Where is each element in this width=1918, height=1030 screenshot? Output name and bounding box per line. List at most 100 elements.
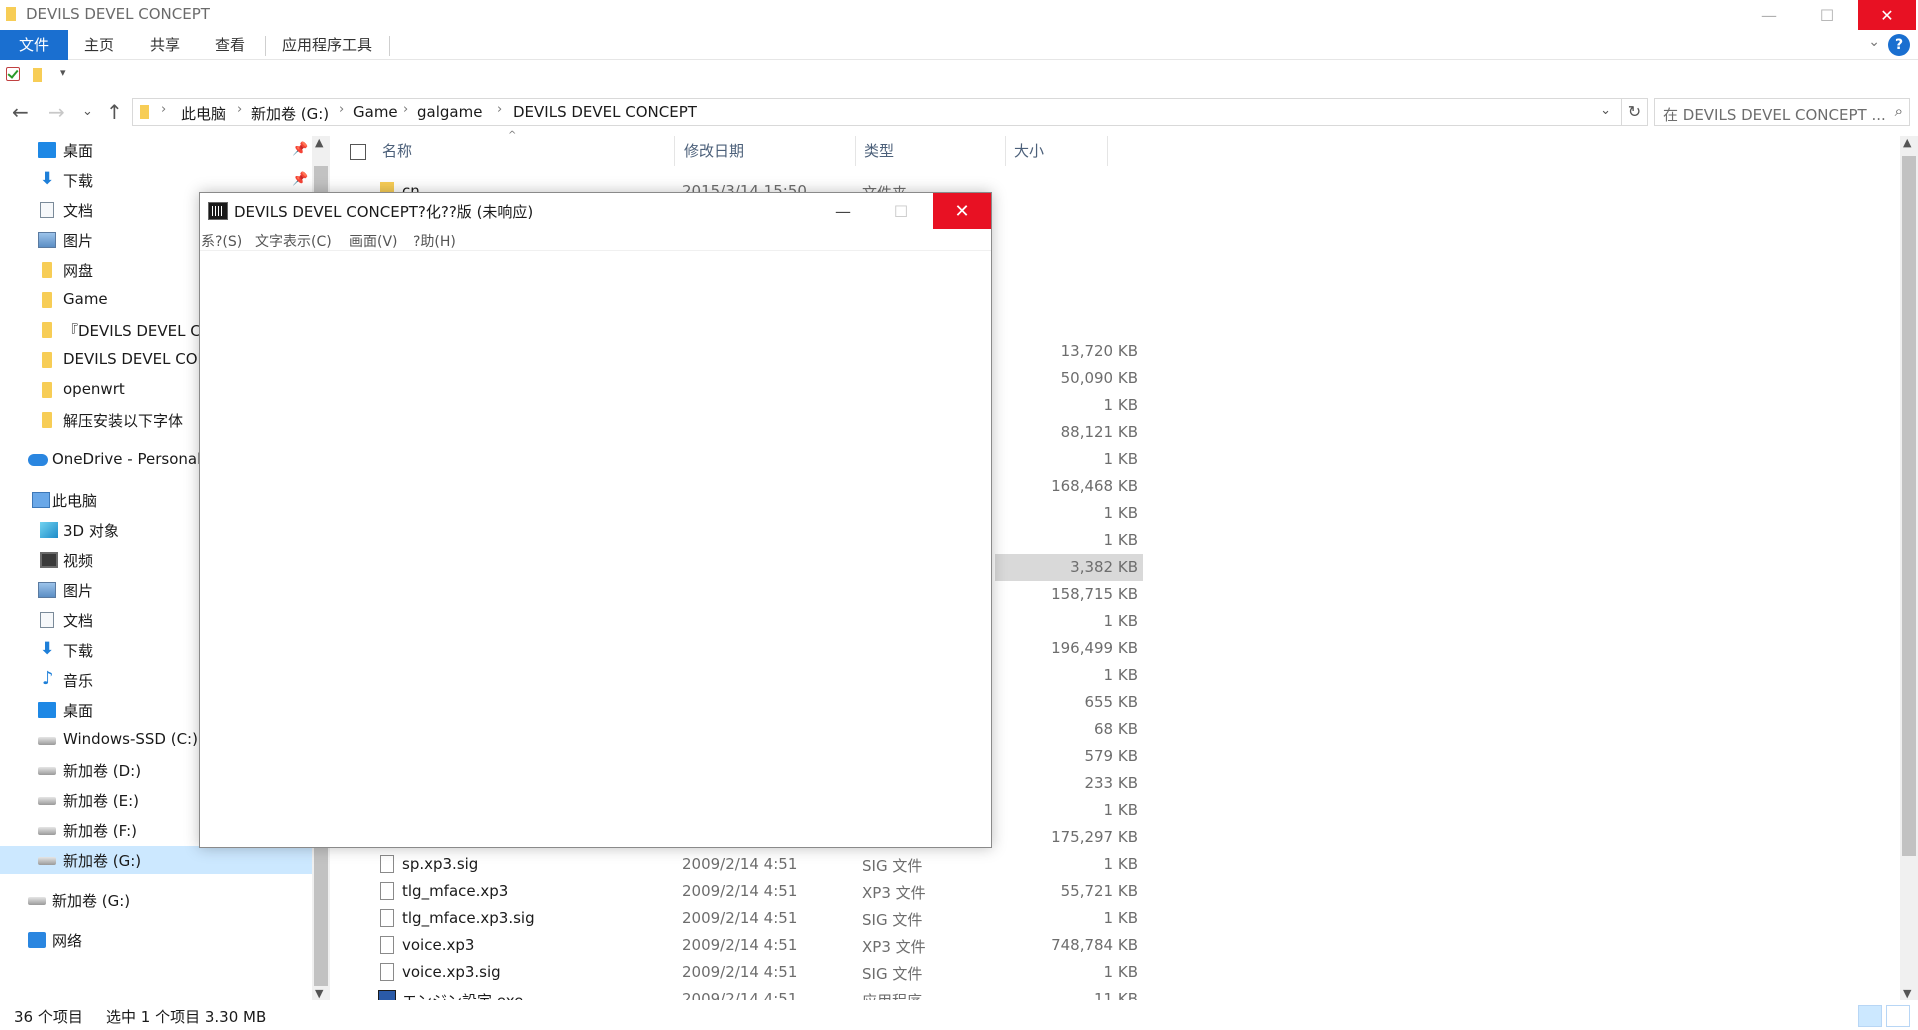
- tab-home[interactable]: 主页: [70, 30, 128, 60]
- file-date: 2009/2/14 4:51: [682, 855, 798, 873]
- nav-item-label: 图片: [63, 582, 94, 600]
- breadcrumb-game[interactable]: Game: [353, 103, 398, 121]
- search-placeholder: 在 DEVILS DEVEL CONCEPT ...: [1663, 106, 1886, 124]
- table-row[interactable]: tlg_mface.xp3.sig 2009/2/14 4:51 SIG 文件 …: [340, 905, 1900, 932]
- file-list-scrollbar[interactable]: ▲ ▼: [1900, 136, 1918, 1000]
- folder-icon: [42, 382, 52, 398]
- menu-system[interactable]: 系?(S): [201, 231, 242, 251]
- maximize-button[interactable]: ☐: [1798, 0, 1856, 30]
- details-view-icon[interactable]: [1858, 1005, 1882, 1027]
- breadcrumb-separator-icon[interactable]: ›: [339, 102, 344, 117]
- file-icon: [380, 855, 394, 873]
- breadcrumb-separator-icon[interactable]: ›: [161, 102, 166, 117]
- file-size: 3,382 KB: [1070, 558, 1138, 576]
- picture-icon: [38, 582, 56, 598]
- column-divider[interactable]: [1005, 136, 1006, 166]
- search-input[interactable]: 在 DEVILS DEVEL CONCEPT ... ⌕: [1654, 98, 1910, 126]
- nav-item-label: 3D 对象: [63, 522, 119, 540]
- file-size: 233 KB: [1084, 774, 1138, 792]
- game-window-titlebar[interactable]: DEVILS DEVEL CONCEPT?化??版 (未响应) — ☐ ✕: [200, 193, 991, 229]
- table-row[interactable]: voice.xp3 2009/2/14 4:51 XP3 文件 748,784 …: [340, 932, 1900, 959]
- select-all-checkbox[interactable]: [350, 144, 366, 160]
- file-size: 88,121 KB: [1060, 423, 1138, 441]
- menu-text-display[interactable]: 文字表示(C): [255, 231, 332, 251]
- breadcrumb-current[interactable]: DEVILS DEVEL CONCEPT: [513, 103, 697, 121]
- file-size: 168,468 KB: [1051, 477, 1138, 495]
- refresh-icon[interactable]: ↻: [1622, 98, 1648, 126]
- table-row[interactable]: sp.xp3.sig 2009/2/14 4:51 SIG 文件 1 KB: [340, 851, 1900, 878]
- customize-dropdown-icon[interactable]: ▾: [60, 66, 66, 79]
- nav-item-desktop[interactable]: 桌面: [0, 136, 312, 164]
- address-bar[interactable]: › 此电脑 › 新加卷 (G:) › Game › galgame › DEVI…: [132, 98, 1622, 126]
- table-row[interactable]: tlg_mface.xp3 2009/2/14 4:51 XP3 文件 55,7…: [340, 878, 1900, 905]
- scroll-thumb[interactable]: [1902, 156, 1916, 856]
- column-divider[interactable]: [674, 136, 675, 166]
- nav-item-label: 图片: [63, 232, 94, 250]
- menu-help[interactable]: ?助(H): [413, 231, 456, 251]
- tab-app-tools[interactable]: 应用程序工具: [268, 30, 386, 60]
- game-maximize-button[interactable]: ☐: [872, 193, 930, 229]
- scroll-down-icon[interactable]: ▼: [315, 987, 323, 1000]
- help-icon[interactable]: ?: [1888, 34, 1910, 56]
- column-divider[interactable]: [855, 136, 856, 166]
- column-divider[interactable]: [1107, 136, 1108, 166]
- status-bar: 36 个项目 选中 1 个项目 3.30 MB: [0, 1002, 1918, 1030]
- game-close-button[interactable]: ✕: [933, 193, 991, 229]
- recent-dropdown-icon[interactable]: ⌄: [82, 104, 93, 119]
- close-button[interactable]: ✕: [1858, 0, 1916, 30]
- video-icon: [40, 552, 58, 568]
- properties-check-icon[interactable]: [6, 67, 20, 81]
- file-name: cn: [402, 182, 420, 192]
- tab-file[interactable]: 文件: [0, 30, 68, 60]
- new-folder-icon[interactable]: [32, 67, 44, 83]
- nav-item-downloads[interactable]: ⬇ 下载: [0, 166, 312, 194]
- file-type: SIG 文件: [862, 965, 923, 983]
- pin-icon[interactable]: 📌: [292, 172, 308, 187]
- address-dropdown-icon[interactable]: ⌄: [1600, 103, 1611, 118]
- nav-item-label: 文档: [63, 202, 94, 220]
- file-icon: [380, 909, 394, 927]
- nav-item-label: 桌面: [63, 702, 94, 720]
- column-date[interactable]: 修改日期: [684, 140, 744, 168]
- column-size[interactable]: 大小: [1014, 140, 1044, 168]
- breadcrumb-separator-icon[interactable]: ›: [497, 102, 502, 117]
- nav-item-drive-g[interactable]: 新加卷 (G:): [0, 846, 312, 874]
- breadcrumb-drive-g[interactable]: 新加卷 (G:): [251, 103, 329, 124]
- drive-icon: [38, 827, 56, 835]
- table-row[interactable]: cn 2015/3/14 15:50 文件夹: [340, 180, 1900, 192]
- breadcrumb-galgame[interactable]: galgame: [417, 103, 482, 121]
- nav-item-drive-g-root[interactable]: 新加卷 (G:): [0, 886, 312, 914]
- column-name[interactable]: 名称: [382, 140, 412, 168]
- up-arrow-icon[interactable]: ↑: [106, 100, 123, 124]
- scroll-down-icon[interactable]: ▼: [1903, 987, 1911, 1000]
- table-row[interactable]: エンジン設定.exe 2009/2/14 4:51 应用程序 11 KB: [340, 988, 1900, 1000]
- scroll-up-icon[interactable]: ▲: [315, 136, 323, 149]
- file-type: 应用程序: [862, 990, 922, 1000]
- search-icon[interactable]: ⌕: [1895, 102, 1903, 120]
- minimize-button[interactable]: —: [1740, 0, 1798, 30]
- pin-icon[interactable]: 📌: [292, 142, 308, 157]
- game-minimize-button[interactable]: —: [814, 193, 872, 229]
- file-date: 2009/2/14 4:51: [682, 882, 798, 900]
- tab-view[interactable]: 查看: [201, 30, 259, 60]
- chevron-down-icon[interactable]: ⌄: [1868, 34, 1880, 50]
- selection-info: 选中 1 个项目 3.30 MB: [106, 1008, 267, 1026]
- breadcrumb-separator-icon[interactable]: ›: [403, 102, 408, 117]
- forward-arrow-icon[interactable]: →: [48, 100, 65, 124]
- file-name: voice.xp3: [402, 936, 475, 954]
- column-type[interactable]: 类型: [864, 140, 894, 168]
- file-size: 1 KB: [1103, 909, 1138, 927]
- menu-screen[interactable]: 画面(V): [349, 231, 398, 251]
- file-size: 1 KB: [1103, 855, 1138, 873]
- breadcrumb-this-pc[interactable]: 此电脑: [181, 103, 226, 124]
- table-row[interactable]: voice.xp3.sig 2009/2/14 4:51 SIG 文件 1 KB: [340, 959, 1900, 986]
- file-type: XP3 文件: [862, 938, 926, 956]
- file-size: 50,090 KB: [1060, 369, 1138, 387]
- tab-share[interactable]: 共享: [136, 30, 194, 60]
- scroll-up-icon[interactable]: ▲: [1903, 136, 1911, 149]
- breadcrumb-separator-icon[interactable]: ›: [237, 102, 242, 117]
- nav-item-network[interactable]: 网络: [0, 926, 312, 954]
- large-icons-view-icon[interactable]: [1886, 1005, 1910, 1027]
- file-name: tlg_mface.xp3.sig: [402, 909, 535, 927]
- back-arrow-icon[interactable]: ←: [12, 100, 29, 124]
